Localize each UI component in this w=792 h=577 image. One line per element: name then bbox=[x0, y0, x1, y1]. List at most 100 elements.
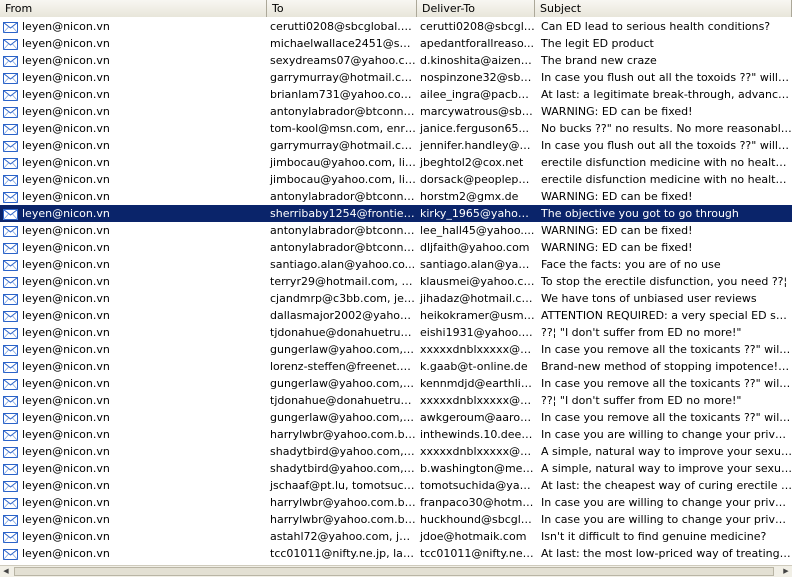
deliver-to-cell: dorsack@peoplepc.... bbox=[420, 173, 535, 186]
message-row[interactable]: leyen@nicon.vn brianlam731@yahoo.com.... a… bbox=[0, 86, 792, 103]
from-text: leyen@nicon.vn bbox=[22, 462, 110, 475]
deliver-to-cell: xxxxxdnblxxxxx@2... bbox=[420, 445, 535, 458]
message-row[interactable]: leyen@nicon.vn harrylwbr@yahoo.com.br... h… bbox=[0, 511, 792, 528]
deliver-to-cell: dljfaith@yahoo.com bbox=[420, 241, 530, 254]
from-cell: leyen@nicon.vn bbox=[0, 358, 267, 375]
message-row[interactable]: leyen@nicon.vn astahl72@yahoo.com, jdo...… bbox=[0, 528, 792, 545]
envelope-icon bbox=[3, 497, 18, 509]
message-row[interactable]: leyen@nicon.vn garrymurray@hotmail.co... n… bbox=[0, 69, 792, 86]
message-row[interactable]: leyen@nicon.vn jschaaf@pt.lu, tomotsuchi.… bbox=[0, 477, 792, 494]
message-row[interactable]: leyen@nicon.vn antonylabrador@btconne... m… bbox=[0, 103, 792, 120]
deliver-to-cell: heikokramer@usmb... bbox=[420, 309, 535, 322]
envelope-icon bbox=[3, 259, 18, 271]
deliver-to-cell: cerutti0208@sbcglo... bbox=[420, 20, 535, 33]
column-header-to[interactable]: To bbox=[267, 0, 417, 17]
envelope-icon bbox=[3, 344, 18, 356]
message-row[interactable]: leyen@nicon.vn harrylwbr@yahoo.com.br... i… bbox=[0, 426, 792, 443]
message-row[interactable]: leyen@nicon.vn shadytbird@yahoo.com, c...… bbox=[0, 460, 792, 477]
from-text: leyen@nicon.vn bbox=[22, 445, 110, 458]
column-header-subject[interactable]: Subject bbox=[535, 0, 792, 17]
from-cell: leyen@nicon.vn bbox=[0, 545, 267, 562]
message-row[interactable]: leyen@nicon.vn santiago.alan@yahoo.co... s… bbox=[0, 256, 792, 273]
deliver-to-cell: b.washington@mer... bbox=[420, 462, 535, 475]
message-row[interactable]: leyen@nicon.vn gungerlaw@yahoo.com, x... a… bbox=[0, 409, 792, 426]
deliver-to-cell: santiago.alan@yah... bbox=[420, 258, 535, 271]
subject-cell: WARNING: ED can be fixed! bbox=[541, 105, 693, 118]
envelope-icon bbox=[3, 327, 18, 339]
message-row[interactable]: leyen@nicon.vn shadytbird@yahoo.com, c...… bbox=[0, 443, 792, 460]
column-header-deliver-to[interactable]: Deliver-To bbox=[417, 0, 535, 17]
message-row[interactable]: leyen@nicon.vn tcc01011@nifty.ne.jp, lab.… bbox=[0, 545, 792, 562]
envelope-icon bbox=[3, 140, 18, 152]
to-cell: shadytbird@yahoo.com, c... bbox=[270, 445, 417, 458]
to-cell: jschaaf@pt.lu, tomotsuchi... bbox=[270, 479, 417, 492]
subject-cell: The brand new craze bbox=[541, 54, 657, 67]
to-cell: santiago.alan@yahoo.co... bbox=[270, 258, 416, 271]
deliver-to-cell: jbeghtol2@cox.net bbox=[420, 156, 524, 169]
from-text: leyen@nicon.vn bbox=[22, 156, 110, 169]
message-row[interactable]: leyen@nicon.vn cerutti0208@sbcglobal.ne..… bbox=[0, 18, 792, 35]
message-row[interactable]: leyen@nicon.vn jimbocau@yahoo.com, lin...… bbox=[0, 154, 792, 171]
scroll-left-arrow-icon[interactable]: ◀ bbox=[0, 566, 12, 577]
message-row[interactable]: leyen@nicon.vn tjdonahue@donahuetruck... x… bbox=[0, 392, 792, 409]
message-row[interactable]: leyen@nicon.vn gungerlaw@yahoo.com, x... x… bbox=[0, 341, 792, 358]
deliver-to-cell: kirky_1965@yahoo.... bbox=[420, 207, 535, 220]
deliver-to-cell: awkgeroum@aaron... bbox=[420, 411, 535, 424]
from-text: leyen@nicon.vn bbox=[22, 360, 110, 373]
to-cell: antonylabrador@btconne... bbox=[270, 241, 417, 254]
message-row[interactable]: leyen@nicon.vn gungerlaw@yahoo.com, x... k… bbox=[0, 375, 792, 392]
column-header-from[interactable]: From bbox=[0, 0, 267, 17]
to-cell: antonylabrador@btconne... bbox=[270, 105, 417, 118]
message-row[interactable]: leyen@nicon.vn harrylwbr@yahoo.com.br... f… bbox=[0, 494, 792, 511]
message-row[interactable]: leyen@nicon.vn jimbocau@yahoo.com, lin...… bbox=[0, 171, 792, 188]
from-text: leyen@nicon.vn bbox=[22, 343, 110, 356]
message-row[interactable]: leyen@nicon.vn antonylabrador@btconne... d… bbox=[0, 239, 792, 256]
deliver-to-cell: jennifer.handley@b... bbox=[420, 139, 535, 152]
message-row[interactable]: leyen@nicon.vn tom-kool@msn.com, enriq...… bbox=[0, 120, 792, 137]
from-cell: leyen@nicon.vn bbox=[0, 205, 267, 222]
to-cell: garrymurray@hotmail.co... bbox=[270, 71, 417, 84]
message-row[interactable]: leyen@nicon.vn michaelwallace2451@sbcg...… bbox=[0, 35, 792, 52]
from-text: leyen@nicon.vn bbox=[22, 513, 110, 526]
from-cell: leyen@nicon.vn bbox=[0, 86, 267, 103]
from-text: leyen@nicon.vn bbox=[22, 20, 110, 33]
from-text: leyen@nicon.vn bbox=[22, 37, 110, 50]
from-cell: leyen@nicon.vn bbox=[0, 154, 267, 171]
message-row[interactable]: leyen@nicon.vn dallasmajor2002@yahoo.... h… bbox=[0, 307, 792, 324]
from-cell: leyen@nicon.vn bbox=[0, 409, 267, 426]
from-cell: leyen@nicon.vn bbox=[0, 443, 267, 460]
deliver-to-cell: apedantforallreaso... bbox=[420, 37, 535, 50]
envelope-icon bbox=[3, 395, 18, 407]
deliver-to-cell: huckhound@sbcglo... bbox=[420, 513, 535, 526]
envelope-icon bbox=[3, 446, 18, 458]
from-text: leyen@nicon.vn bbox=[22, 309, 110, 322]
subject-cell: The objective you got to go through bbox=[541, 207, 739, 220]
subject-cell: ATTENTION REQUIRED: a very special ED su… bbox=[541, 309, 792, 322]
message-row[interactable]: leyen@nicon.vn terryr29@hotmail.com, kl..… bbox=[0, 273, 792, 290]
scrollbar-thumb[interactable] bbox=[14, 567, 774, 576]
from-text: leyen@nicon.vn bbox=[22, 105, 110, 118]
message-row[interactable]: leyen@nicon.vn antonylabrador@btconne... h… bbox=[0, 188, 792, 205]
message-row[interactable]: leyen@nicon.vn antonylabrador@btconne... l… bbox=[0, 222, 792, 239]
from-text: leyen@nicon.vn bbox=[22, 241, 110, 254]
message-row[interactable]: leyen@nicon.vn garrymurray@hotmail.co... j… bbox=[0, 137, 792, 154]
subject-cell: erectile disfunction medicine with no he… bbox=[541, 156, 792, 169]
message-row[interactable]: leyen@nicon.vn lorenz-steffen@freenet.d..… bbox=[0, 358, 792, 375]
message-row[interactable]: leyen@nicon.vn sherribaby1254@frontier...… bbox=[0, 205, 792, 222]
subject-cell: At last: the cheapest way of curing erec… bbox=[541, 479, 792, 492]
message-row[interactable]: leyen@nicon.vn sexydreams07@yahoo.co... d.… bbox=[0, 52, 792, 69]
subject-cell: WARNING: ED can be fixed! bbox=[541, 190, 693, 203]
to-cell: harrylwbr@yahoo.com.br... bbox=[270, 428, 417, 441]
subject-cell: WARNING: ED can be fixed! bbox=[541, 241, 693, 254]
subject-cell: Brand-new method of stopping impotence!!… bbox=[541, 360, 792, 373]
horizontal-scrollbar[interactable]: ◀ ▶ bbox=[0, 565, 792, 577]
from-cell: leyen@nicon.vn bbox=[0, 511, 267, 528]
message-row[interactable]: leyen@nicon.vn cjandmrp@c3bb.com, jery...… bbox=[0, 290, 792, 307]
scroll-right-arrow-icon[interactable]: ▶ bbox=[780, 566, 792, 577]
from-text: leyen@nicon.vn bbox=[22, 326, 110, 339]
message-row[interactable]: leyen@nicon.vn tjdonahue@donahuetruck... e… bbox=[0, 324, 792, 341]
to-cell: gungerlaw@yahoo.com, x... bbox=[270, 377, 417, 390]
to-cell: harrylwbr@yahoo.com.br... bbox=[270, 496, 417, 509]
subject-cell: In case you remove all the toxicants ??"… bbox=[541, 343, 792, 356]
from-text: leyen@nicon.vn bbox=[22, 207, 110, 220]
